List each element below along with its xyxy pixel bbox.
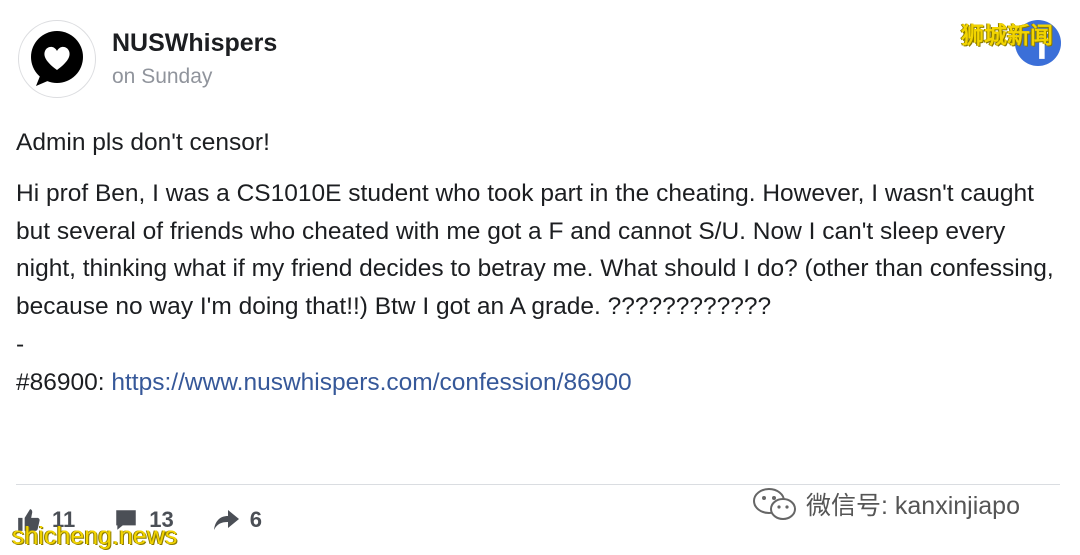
post-title: Admin pls don't censor! <box>16 129 270 156</box>
post-reference: #86900: https://www.nuswhispers.com/conf… <box>16 364 1066 402</box>
post-separator: - <box>16 330 25 358</box>
post-content: Admin pls don't censor! Hi prof Ben, I w… <box>16 124 1066 402</box>
heart-speech-bubble-icon <box>31 31 83 86</box>
confession-link[interactable]: https://www.nuswhispers.com/confession/8… <box>111 369 631 396</box>
confession-number: #86900: <box>16 368 112 396</box>
divider <box>16 484 1060 485</box>
wechat-id: 微信号: kanxinjiapo <box>806 492 1020 520</box>
post-timestamp[interactable]: on Sunday <box>112 65 212 89</box>
page-avatar[interactable] <box>18 20 96 98</box>
share-button[interactable]: 6 <box>212 507 262 533</box>
watermark-top: 狮城新闻 <box>961 22 1053 48</box>
post-body: Hi prof Ben, I was a CS1010E student who… <box>16 179 1054 321</box>
watermark-bottom-left: shicheng.news <box>12 522 178 550</box>
wechat-icon <box>753 488 796 520</box>
share-count: 6 <box>249 507 262 532</box>
share-arrow-icon <box>213 510 239 530</box>
wechat-watermark: 微信号: kanxinjiapo <box>752 486 1020 522</box>
page-name[interactable]: NUSWhispers <box>112 29 277 58</box>
